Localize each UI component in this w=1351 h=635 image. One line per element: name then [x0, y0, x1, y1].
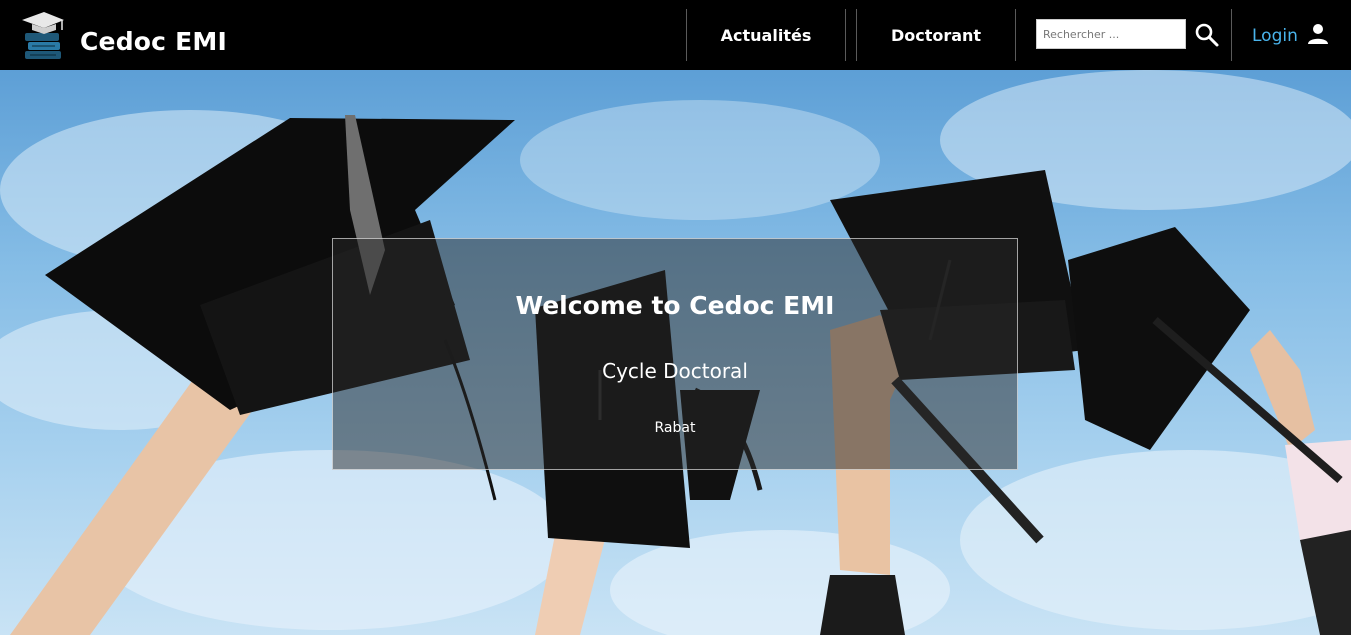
welcome-overlay-box: Welcome to Cedoc EMI Cycle Doctoral Raba… — [332, 238, 1018, 470]
login-label: Login — [1252, 26, 1298, 46]
nav-divider — [845, 9, 846, 61]
hero-banner: Welcome to Cedoc EMI Cycle Doctoral Raba… — [0, 70, 1351, 635]
search-icon[interactable] — [1194, 22, 1220, 48]
user-icon — [1298, 22, 1330, 50]
nav-divider — [1231, 9, 1232, 61]
nav-item-doctorant[interactable]: Doctorant — [857, 0, 1015, 70]
brand-name: Cedoc EMI — [80, 26, 227, 56]
welcome-location: Rabat — [654, 420, 696, 436]
nav-item-actualites[interactable]: Actualités — [687, 0, 845, 70]
top-navbar: Cedoc EMI Actualités Doctorant Login — [0, 0, 1351, 70]
nav-divider — [1015, 9, 1016, 61]
search-input[interactable] — [1036, 19, 1186, 49]
welcome-subtitle: Cycle Doctoral — [602, 359, 748, 383]
login-link[interactable]: Login — [1252, 22, 1330, 50]
brand-home-link[interactable]: Cedoc EMI — [20, 10, 227, 62]
graduation-books-icon — [20, 10, 66, 62]
welcome-title: Welcome to Cedoc EMI — [515, 291, 835, 320]
